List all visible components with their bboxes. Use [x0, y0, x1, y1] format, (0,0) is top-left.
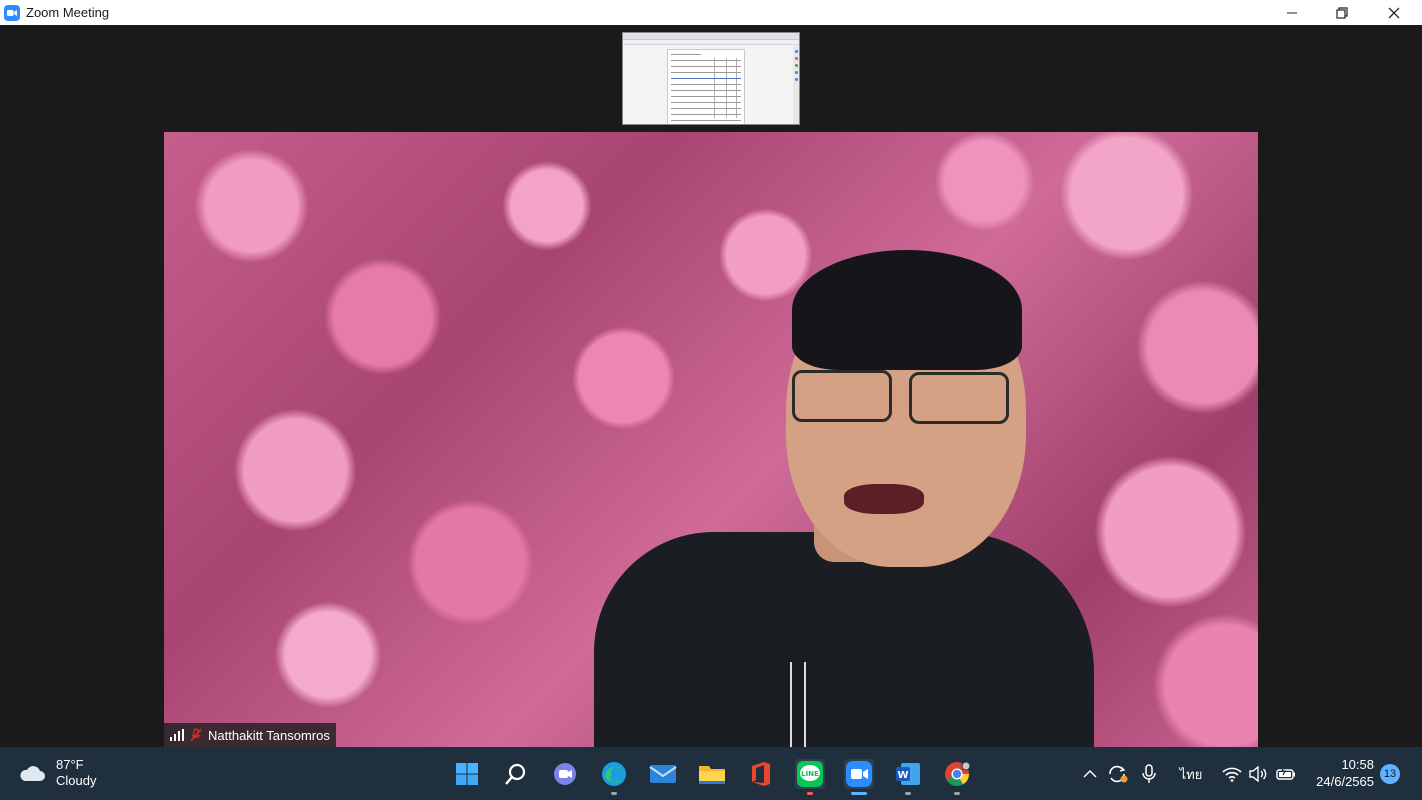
- glasses-left: [792, 370, 892, 422]
- word-icon: W: [896, 763, 920, 785]
- windows-start-icon: [456, 763, 478, 785]
- weather-widget[interactable]: 87°F Cloudy: [18, 757, 96, 789]
- svg-text:W: W: [897, 770, 908, 781]
- input-language-button[interactable]: ไทย: [1176, 762, 1206, 786]
- meeting-area: Natthakitt Tansomros: [0, 25, 1422, 747]
- zoom-app-icon: [4, 4, 20, 21]
- edge-icon: [602, 762, 626, 786]
- running-indicator: [807, 792, 813, 795]
- chat-button[interactable]: [550, 759, 580, 789]
- start-button[interactable]: [452, 759, 482, 789]
- chat-icon: [554, 763, 576, 785]
- weather-temperature: 87°F: [56, 757, 84, 772]
- zoom-icon: [846, 761, 872, 787]
- cloud-icon: [20, 766, 45, 781]
- speaker-icon: [1249, 766, 1267, 782]
- zoom-button[interactable]: [844, 759, 874, 795]
- wifi-icon: [1222, 767, 1242, 782]
- participant-video[interactable]: [164, 132, 1258, 747]
- shared-document-preview: [667, 49, 745, 124]
- signal-strength-icon: [170, 729, 184, 741]
- notification-count-badge[interactable]: 13: [1380, 764, 1400, 784]
- chrome-button[interactable]: [942, 759, 972, 795]
- chrome-icon: [945, 761, 970, 787]
- battery-button[interactable]: [1274, 762, 1298, 786]
- minimize-icon: [1287, 12, 1297, 13]
- participant-mouth: [844, 484, 924, 514]
- sync-icon: [1109, 765, 1128, 783]
- clock-date: 24/6/2565: [1316, 774, 1374, 789]
- battery-icon: [1276, 767, 1295, 780]
- window-title: Zoom Meeting: [26, 5, 110, 20]
- weather-condition: Cloudy: [56, 773, 97, 788]
- participant-name-label: Natthakitt Tansomros: [164, 723, 336, 747]
- microphone-icon: [1142, 764, 1156, 783]
- running-indicator: [905, 792, 911, 795]
- running-indicator: [611, 792, 617, 795]
- close-icon: [1388, 7, 1400, 18]
- volume-button[interactable]: [1246, 762, 1270, 786]
- line-button[interactable]: LINE: [795, 759, 825, 795]
- participant-hair: [792, 250, 1022, 370]
- restore-icon: [1336, 6, 1348, 19]
- sync-status-button[interactable]: [1106, 762, 1130, 786]
- mail-button[interactable]: [648, 759, 678, 789]
- svg-text:LINE: LINE: [801, 770, 819, 778]
- wifi-button[interactable]: [1220, 762, 1244, 786]
- search-button[interactable]: [501, 759, 531, 789]
- active-indicator: [851, 792, 867, 795]
- windows-taskbar: 87°F Cloudy LINE W ไทย 10:58 24/6/2565 1…: [0, 747, 1422, 800]
- clock[interactable]: 10:58 24/6/2565: [1308, 756, 1374, 790]
- shared-screen-thumbnail[interactable]: [622, 32, 800, 125]
- window-titlebar: Zoom Meeting: [0, 0, 1422, 25]
- mail-icon: [649, 765, 677, 783]
- office-icon: [752, 762, 770, 786]
- participant-shirt: [594, 532, 1094, 747]
- file-explorer-button[interactable]: [697, 759, 727, 789]
- participant-name: Natthakitt Tansomros: [208, 727, 330, 743]
- mic-muted-icon: [190, 728, 202, 742]
- minimize-button[interactable]: [1266, 0, 1318, 25]
- word-button[interactable]: W: [893, 759, 923, 795]
- earphone-cord: [790, 662, 806, 747]
- show-hidden-icons-button[interactable]: [1078, 762, 1102, 786]
- folder-icon: [699, 766, 725, 784]
- search-icon: [505, 763, 526, 785]
- chevron-up-icon: [1083, 770, 1097, 778]
- running-indicator: [954, 792, 960, 795]
- edge-button[interactable]: [599, 759, 629, 795]
- close-button[interactable]: [1368, 0, 1420, 25]
- microphone-tray-button[interactable]: [1137, 762, 1161, 786]
- glasses-right: [909, 372, 1009, 424]
- restore-button[interactable]: [1316, 0, 1368, 25]
- office-button[interactable]: [746, 759, 776, 789]
- line-icon: LINE: [797, 761, 823, 787]
- clock-time: 10:58: [1341, 757, 1374, 772]
